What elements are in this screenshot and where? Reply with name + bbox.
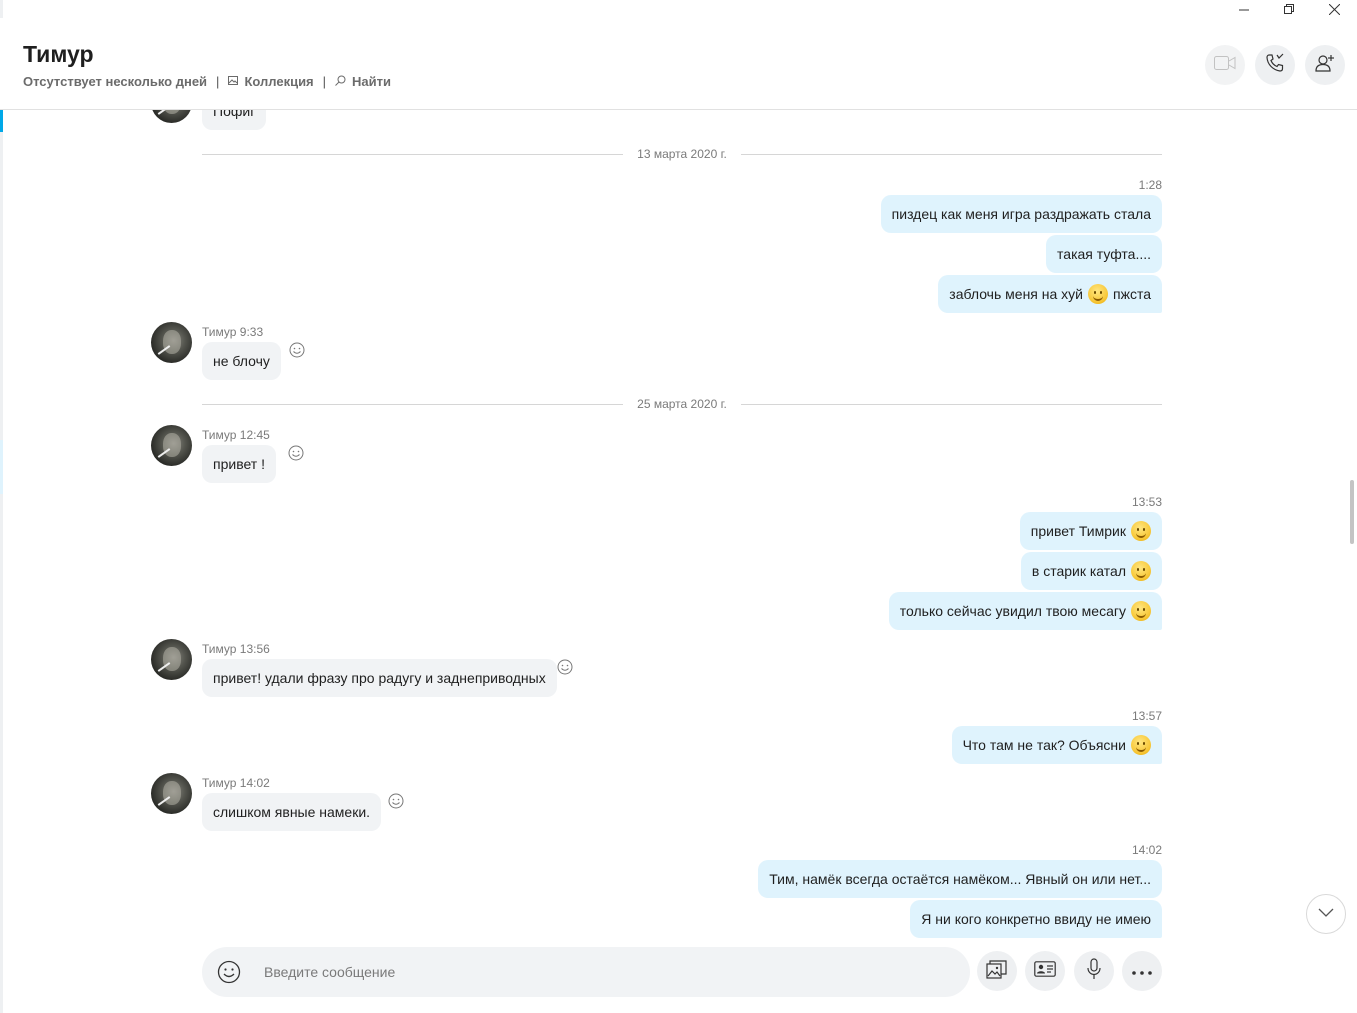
message-text: такая туфта.... <box>1057 246 1151 262</box>
header-subline: Отсутствует несколько дней | Коллекция |… <box>23 74 391 89</box>
avatar[interactable] <box>151 110 192 123</box>
message-bubble[interactable]: заблочь меня на хуй пжста <box>938 275 1162 313</box>
message-meta: Тимур 14:02 <box>202 776 270 790</box>
message-time: 13:53 <box>1131 495 1162 509</box>
close-button[interactable] <box>1312 0 1357 18</box>
more-options-button[interactable] <box>1122 951 1162 991</box>
message-text: Я ни кого конкретно ввиду не имею <box>921 911 1151 927</box>
add-participant-button[interactable] <box>1305 45 1345 85</box>
microphone-icon <box>1086 957 1102 985</box>
message-bubble[interactable]: Я ни кого конкретно ввиду не имею <box>910 900 1162 938</box>
message-input[interactable] <box>264 947 944 997</box>
message-text: только сейчас увидил твою месагу <box>899 603 1126 619</box>
message-time: 14:02 <box>239 776 270 790</box>
emoji-icon <box>217 960 241 984</box>
message-list[interactable]: Пофиг 13 марта 2020 г. 1:28 пиздец как м… <box>0 110 1357 940</box>
message-text: пжста <box>1113 286 1151 302</box>
message-time: 1:28 <box>1138 178 1162 192</box>
smile-emoji-icon <box>1131 601 1151 621</box>
audio-call-button[interactable] <box>1255 45 1295 85</box>
audio-call-icon <box>1265 53 1285 78</box>
message-text: в старик катал <box>1031 563 1126 579</box>
share-media-button[interactable] <box>977 951 1017 991</box>
smile-emoji-icon <box>1131 561 1151 581</box>
emoji-picker-button[interactable] <box>216 959 242 985</box>
message-bubble[interactable]: не блочу <box>202 342 281 380</box>
message-bubble[interactable]: только сейчас увидил твою месагу <box>888 592 1162 630</box>
message-time: 12:45 <box>239 428 270 442</box>
message-bubble[interactable]: привет! удали фразу про радугу и заднепр… <box>202 659 557 697</box>
message-bubble[interactable]: Что там не так? Объясни <box>951 726 1162 764</box>
restore-button[interactable] <box>1267 0 1312 18</box>
chevron-down-icon <box>1318 905 1334 923</box>
gallery-icon <box>228 75 239 88</box>
date-divider: 25 марта 2020 г. <box>202 397 1162 411</box>
more-icon <box>1132 962 1152 980</box>
message-bubble[interactable]: пиздец как меня игра раздражать стала <box>880 195 1162 233</box>
avatar[interactable] <box>151 425 192 466</box>
add-reaction-icon[interactable] <box>388 793 404 809</box>
message-meta: Тимур 13:56 <box>202 642 270 656</box>
message-bubble[interactable]: слишком явные намеки. <box>202 793 382 831</box>
avatar[interactable] <box>151 773 192 814</box>
smile-emoji-icon <box>1131 521 1151 541</box>
conversation-header: Тимур Отсутствует несколько дней | Колле… <box>0 18 1357 110</box>
date-label: 25 марта 2020 г. <box>625 397 739 411</box>
header-actions <box>1205 45 1345 85</box>
message-bubble[interactable]: привет ! <box>202 445 276 483</box>
contact-card-icon <box>1034 960 1056 982</box>
collection-link[interactable]: Коллекция <box>244 74 313 89</box>
add-reaction-icon[interactable] <box>288 445 304 461</box>
message-text: Тим, намёк всегда остаётся намёком... Яв… <box>769 871 1151 887</box>
separator: | <box>322 74 327 89</box>
add-person-icon <box>1315 53 1335 78</box>
sender-name: Тимур <box>202 642 237 656</box>
message-meta: Тимур 9:33 <box>202 325 263 339</box>
message-time: 13:56 <box>239 642 270 656</box>
add-reaction-icon[interactable] <box>557 659 573 675</box>
message-time: 14:02 <box>1131 843 1162 857</box>
message-text: заблочь меня на хуй <box>949 286 1083 302</box>
message-bubble[interactable]: привет Тимрик <box>1019 512 1162 550</box>
message-composer <box>202 947 970 997</box>
add-reaction-icon[interactable] <box>289 342 305 358</box>
date-divider: 13 марта 2020 г. <box>202 147 1162 161</box>
video-call-icon <box>1214 55 1236 75</box>
video-call-button[interactable] <box>1205 45 1245 85</box>
contact-name[interactable]: Тимур <box>23 41 94 68</box>
scroll-to-bottom-button[interactable] <box>1306 894 1346 934</box>
media-icon <box>986 959 1008 984</box>
skype-chat-window: Тимур Отсутствует несколько дней | Колле… <box>0 0 1357 1013</box>
sender-name: Тимур <box>202 776 237 790</box>
avatar[interactable] <box>151 639 192 680</box>
message-text: Что там не так? Объясни <box>962 737 1126 753</box>
smile-emoji-icon <box>1088 284 1108 304</box>
find-link[interactable]: Найти <box>352 74 391 89</box>
smile-emoji-icon <box>1131 735 1151 755</box>
message-text: пиздец как меня игра раздражать стала <box>891 206 1151 222</box>
send-contact-button[interactable] <box>1025 951 1065 991</box>
message-bubble[interactable]: в старик катал <box>1020 552 1162 590</box>
message-meta: Тимур 12:45 <box>202 428 270 442</box>
message-bubble[interactable]: такая туфта.... <box>1046 235 1162 273</box>
voice-message-button[interactable] <box>1074 951 1114 991</box>
date-label: 13 марта 2020 г. <box>625 147 739 161</box>
search-icon <box>335 75 346 89</box>
message-bubble[interactable]: Пофиг <box>202 110 267 130</box>
message-time: 13:57 <box>1131 709 1162 723</box>
avatar[interactable] <box>151 322 192 363</box>
minimize-button[interactable] <box>1222 0 1267 18</box>
message-text: привет Тимрик <box>1030 523 1126 539</box>
sender-name: Тимур <box>202 325 237 339</box>
separator: | <box>216 74 220 89</box>
scrollbar-thumb[interactable] <box>1350 480 1354 544</box>
sender-name: Тимур <box>202 428 237 442</box>
message-time: 9:33 <box>239 325 264 339</box>
presence-status: Отсутствует несколько дней <box>23 74 208 89</box>
window-controls <box>1222 0 1357 18</box>
message-bubble[interactable]: Тим, намёк всегда остаётся намёком... Яв… <box>758 860 1162 898</box>
